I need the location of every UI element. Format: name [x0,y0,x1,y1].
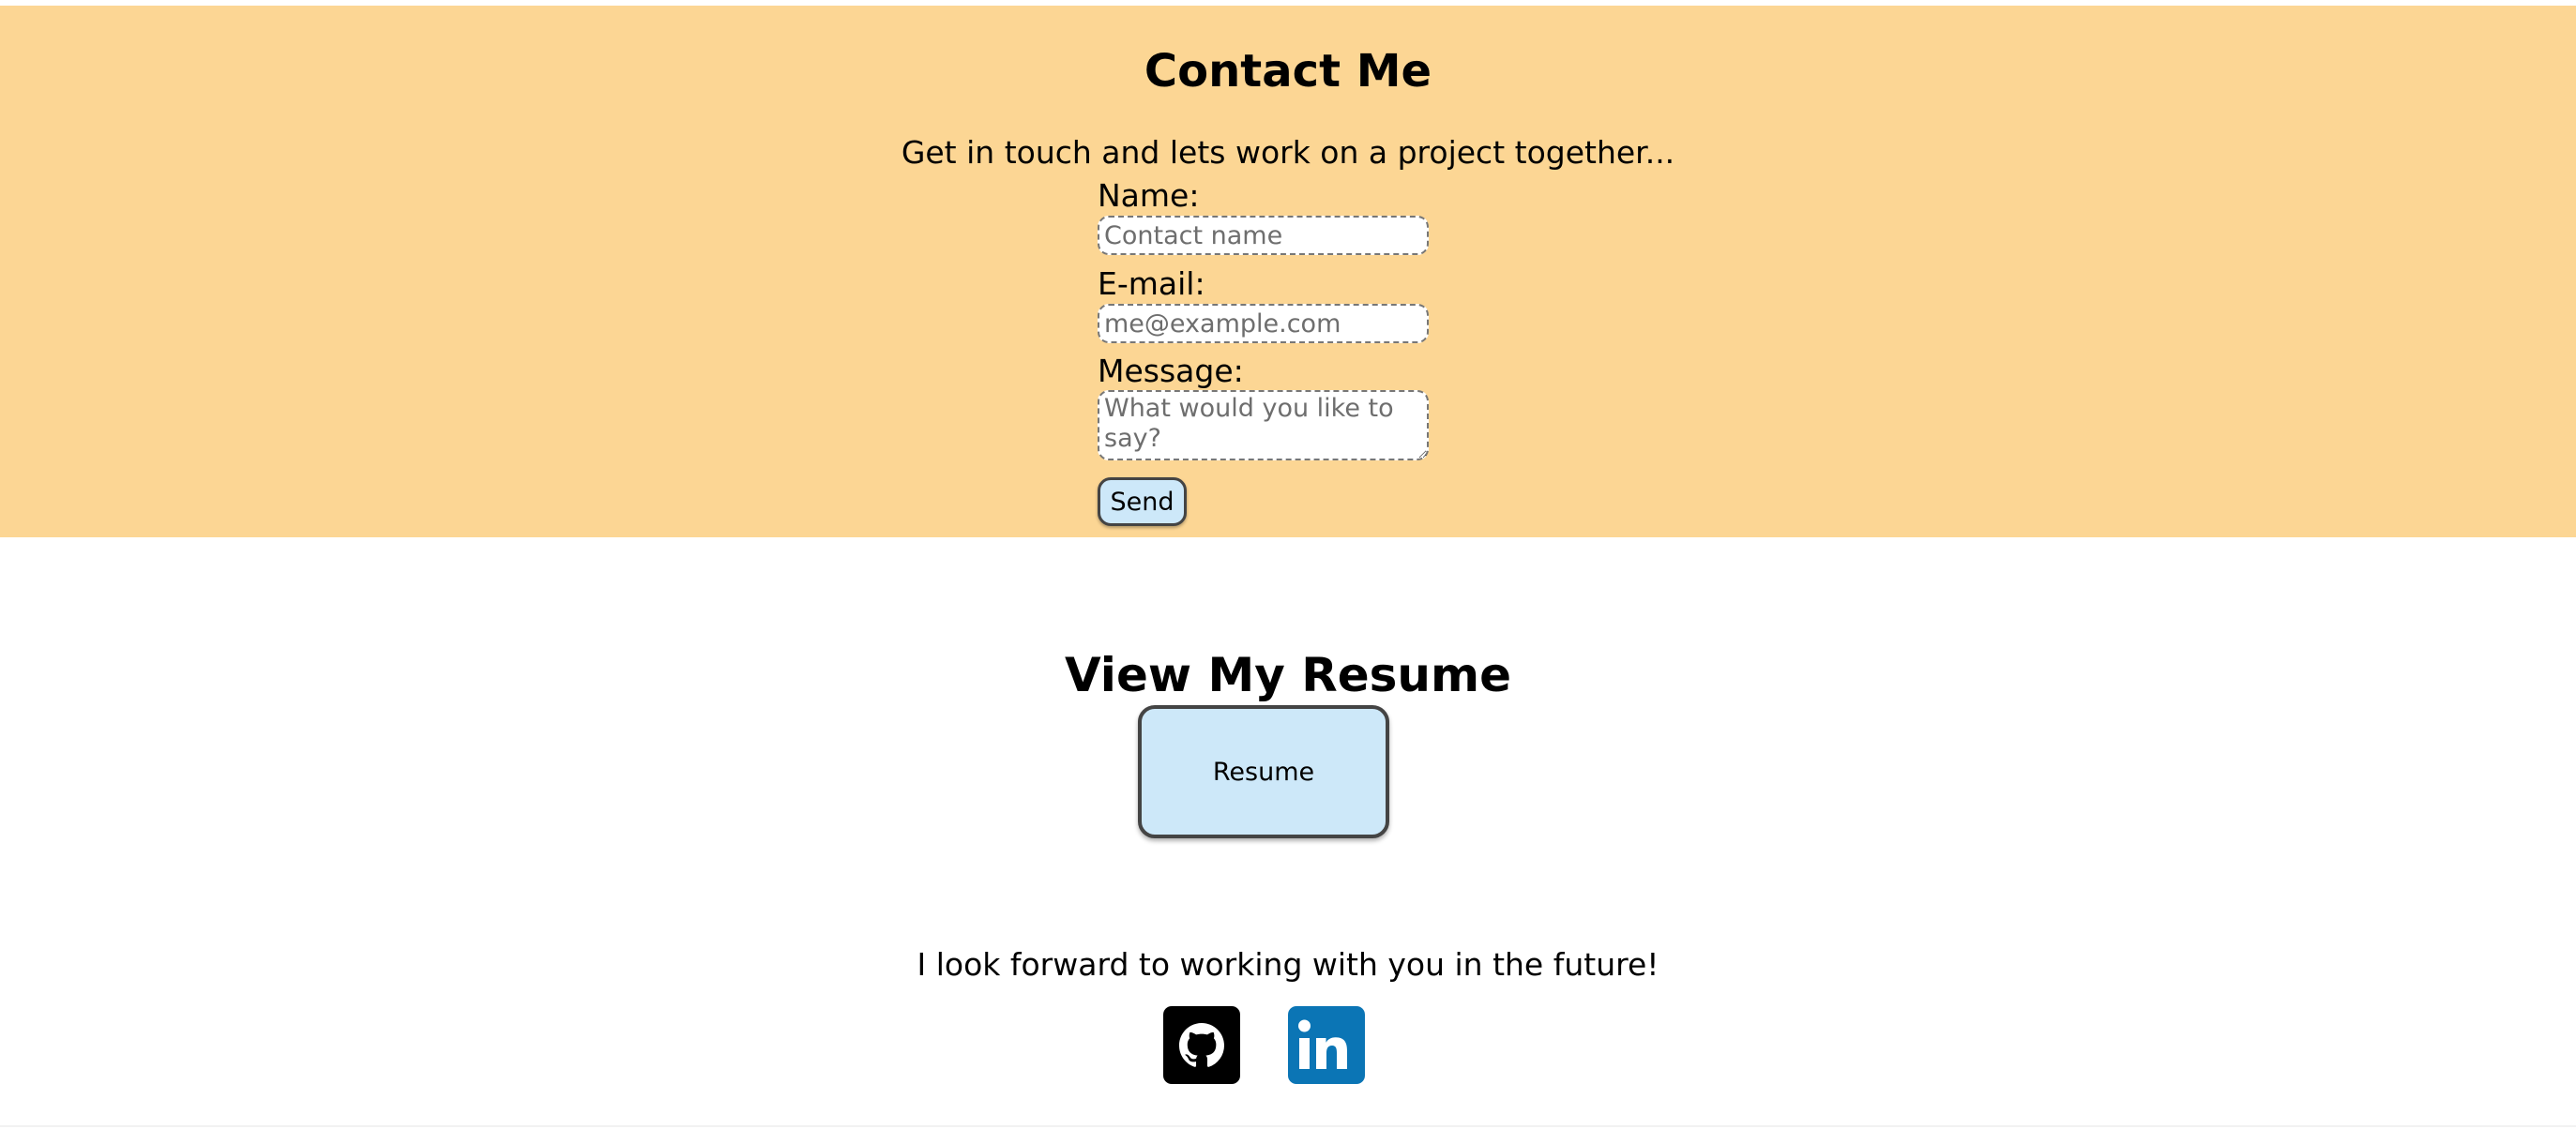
send-button[interactable]: Send [1098,477,1187,526]
message-label: Message: [1098,353,1244,389]
linkedin-icon [1288,1006,1365,1084]
linkedin-link[interactable] [1288,1006,1365,1084]
name-input[interactable] [1098,216,1429,255]
contact-title: Contact Me [1144,45,1432,98]
email-label: E-mail: [1098,265,1205,302]
github-icon [1163,1006,1240,1084]
email-input[interactable] [1098,304,1429,343]
resume-title: View My Resume [1064,648,1511,702]
contact-section: Contact Me Get in touch and lets work on… [0,6,2576,537]
page: Contact Me Get in touch and lets work on… [0,0,2576,1129]
message-textarea[interactable] [1098,390,1429,460]
footer-divider [0,1125,2576,1127]
name-label: Name: [1098,177,1200,214]
closing-text: I look forward to working with you in th… [917,946,1659,983]
github-link[interactable] [1163,1006,1240,1084]
resume-button[interactable]: Resume [1138,705,1389,838]
contact-subtitle: Get in touch and lets work on a project … [901,134,1675,171]
